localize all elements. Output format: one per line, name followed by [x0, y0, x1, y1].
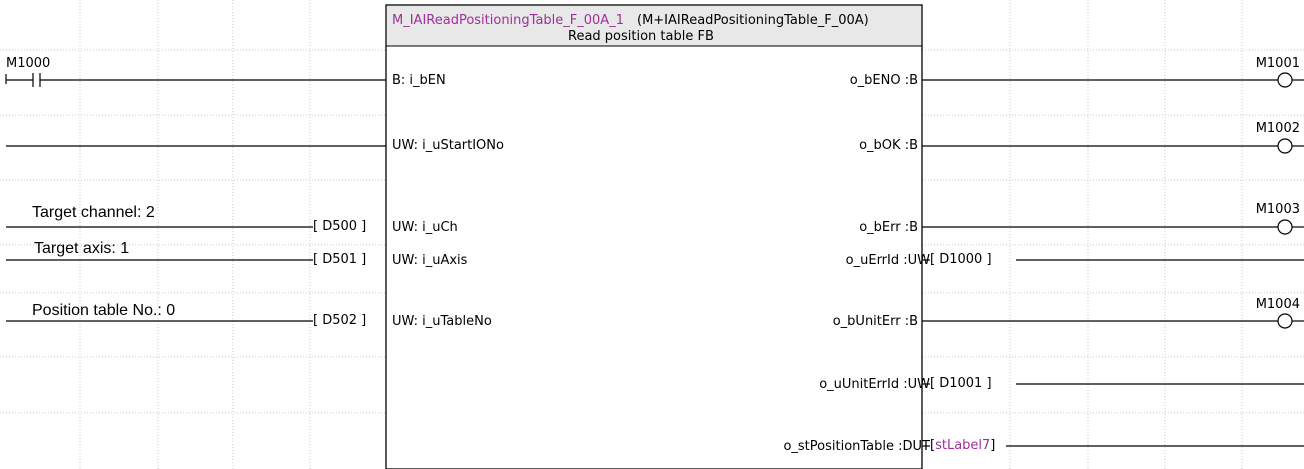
contact-m1000-label[interactable]: M1000	[6, 56, 50, 71]
device-d500[interactable]: [ D500 ]	[313, 219, 366, 234]
coil-m1002-label[interactable]: M1002	[1256, 121, 1300, 136]
device-stlabel7[interactable]: [stLabel7]	[930, 438, 995, 453]
fb-output-unit-err-id: o_uUnitErrId :UW	[819, 377, 930, 392]
fb-output-position-table: o_stPositionTable :DUT	[783, 439, 930, 454]
device-d1000[interactable]: [ D1000 ]	[930, 252, 992, 267]
coil-m1003[interactable]	[1277, 219, 1293, 235]
device-d501[interactable]: [ D501 ]	[313, 252, 366, 267]
coil-m1001[interactable]	[1277, 72, 1293, 88]
device-d501-label: D501	[322, 252, 358, 267]
fb-instance-name[interactable]: M_IAIReadPositioningTable_F_00A_1	[392, 13, 624, 28]
device-d502[interactable]: [ D502 ]	[313, 313, 366, 328]
fb-input-table-no: UW: i_uTableNo	[392, 314, 492, 329]
function-block[interactable]	[385, 4, 923, 469]
fb-output-ok: o_bOK :B	[859, 138, 918, 153]
device-d1001[interactable]: [ D1001 ]	[930, 376, 992, 391]
comment-position-table-no: Position table No.: 0	[32, 302, 176, 319]
left-wires	[5, 73, 386, 322]
fb-output-err-id: o_uErrId :UW	[845, 253, 930, 268]
device-d500-label: D500	[322, 219, 358, 234]
fb-output-err: o_bErr :B	[859, 220, 918, 235]
ladder-diagram	[0, 0, 1304, 469]
fb-output-unit-err: o_bUnitErr :B	[832, 314, 918, 329]
fb-type-name: (M+IAIReadPositioningTable_F_00A)	[637, 13, 869, 28]
fb-input-start-io: UW: i_uStartIONo	[392, 138, 504, 153]
fb-output-eno: o_bENO :B	[849, 73, 918, 88]
device-d502-label: D502	[322, 313, 358, 328]
device-stlabel7-label: stLabel7	[935, 438, 991, 453]
coil-m1003-label[interactable]: M1003	[1256, 202, 1300, 217]
coil-m1001-label[interactable]: M1001	[1256, 56, 1300, 71]
device-d1001-label: D1001	[939, 376, 983, 391]
coil-m1004[interactable]	[1277, 313, 1293, 329]
fb-input-ch: UW: i_uCh	[392, 220, 458, 235]
fb-input-en: B: i_bEN	[392, 73, 446, 88]
comment-target-channel: Target channel: 2	[32, 204, 155, 221]
coil-m1002[interactable]	[1277, 138, 1293, 154]
fb-input-axis: UW: i_uAxis	[392, 253, 468, 268]
comment-target-axis: Target axis: 1	[34, 240, 130, 257]
device-d1000-label: D1000	[939, 252, 983, 267]
fb-description: Read position table FB	[568, 29, 714, 44]
coil-m1004-label[interactable]: M1004	[1256, 297, 1300, 312]
